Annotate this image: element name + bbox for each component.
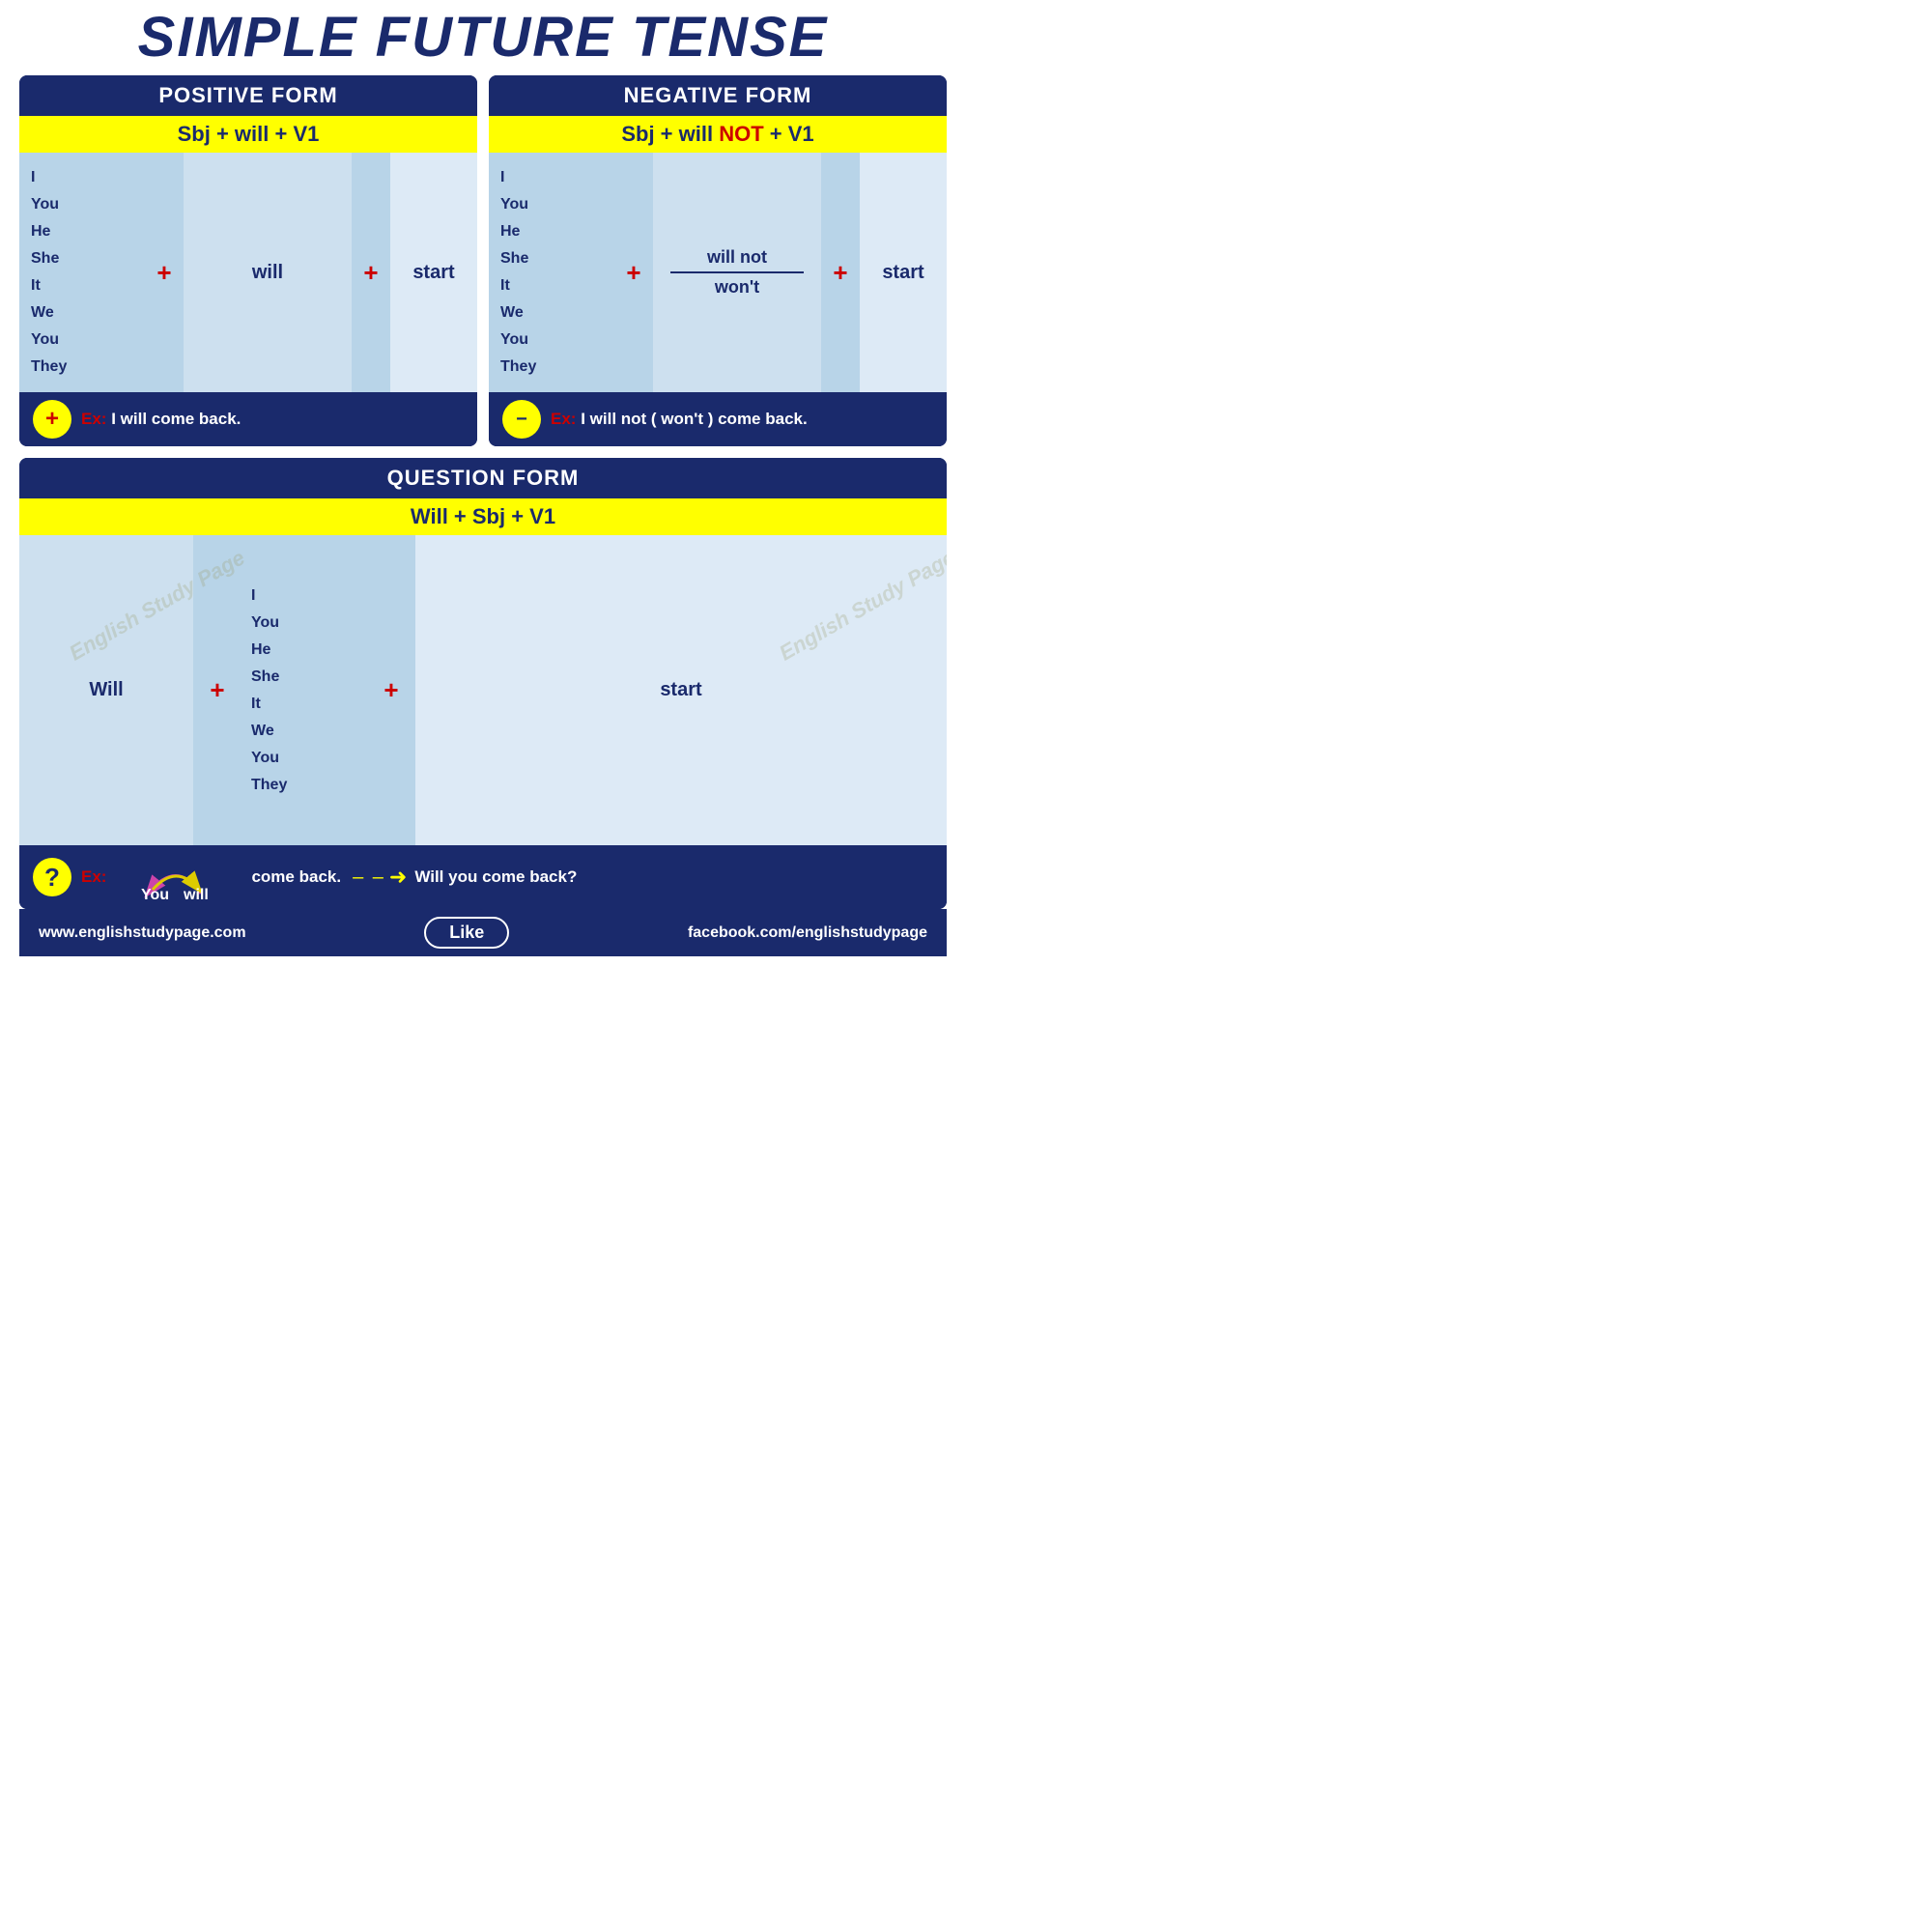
negative-formula-not: NOT: [719, 122, 763, 146]
negative-badge: −: [502, 400, 541, 439]
arrow-diagram: You will: [114, 853, 240, 901]
positive-formula: Sbj + will + V1: [19, 116, 477, 153]
positive-verb: start: [390, 153, 477, 392]
you-word-svg: You: [141, 887, 169, 901]
like-button[interactable]: Like: [424, 917, 509, 949]
positive-plus2-icon: +: [352, 153, 390, 392]
page: SIMPLE FUTURE TENSE POSITIVE FORM Sbj + …: [0, 0, 966, 966]
question-verb: start: [415, 535, 947, 845]
negative-plus2-icon: +: [821, 153, 860, 392]
question-table: English Study Page English Study Page Wi…: [19, 535, 947, 845]
negative-formula: Sbj + will NOT + V1: [489, 116, 947, 153]
negative-example-bar: − Ex: I will not ( won't ) come back.: [489, 392, 947, 446]
question-plus-icon: +: [193, 535, 242, 845]
question-header: QUESTION FORM: [19, 458, 947, 498]
question-formula: Will + Sbj + V1: [19, 498, 947, 535]
arrow-svg: You will: [114, 853, 240, 901]
positive-plus-icon: +: [145, 153, 184, 392]
positive-form-box: POSITIVE FORM Sbj + will + V1 IYouHeSheI…: [19, 75, 477, 446]
question-answer: Will you come back?: [414, 867, 577, 887]
question-badge: ?: [33, 858, 71, 896]
positive-example: I will come back.: [111, 410, 241, 428]
positive-subjects-list: IYouHeSheItWeYouThey: [31, 164, 133, 381]
dashed-arrow: – – ➜: [353, 865, 407, 890]
negative-ex-label: Ex:: [551, 410, 576, 428]
negative-formula-pre: Sbj + will: [621, 122, 719, 146]
positive-subjects: IYouHeSheItWeYouThey: [19, 153, 145, 392]
negative-will-not-col: will not won't: [653, 153, 821, 392]
negative-formula-post: + V1: [764, 122, 814, 146]
top-sections: POSITIVE FORM Sbj + will + V1 IYouHeSheI…: [19, 75, 947, 446]
positive-header: POSITIVE FORM: [19, 75, 477, 116]
negative-example-text: Ex: I will not ( won't ) come back.: [551, 410, 808, 429]
positive-example-text: Ex: I will come back.: [81, 410, 241, 429]
come-back-text: come back.: [247, 866, 345, 889]
positive-will: will: [184, 153, 352, 392]
negative-wont: won't: [715, 277, 759, 298]
negative-plus-icon: +: [614, 153, 653, 392]
negative-verb: start: [860, 153, 947, 392]
page-title: SIMPLE FUTURE TENSE: [19, 10, 947, 66]
negative-form-box: NEGATIVE FORM Sbj + will NOT + V1 IYouHe…: [489, 75, 947, 446]
will-word-svg: will: [183, 887, 209, 901]
question-example-bar: ? Ex:: [19, 845, 947, 909]
negative-subjects-list: IYouHeSheItWeYouThey: [500, 164, 603, 381]
positive-ex-label: Ex:: [81, 410, 106, 428]
negative-will-not: will not: [707, 247, 767, 268]
question-example-content: Ex:: [81, 853, 933, 901]
negative-table: IYouHeSheItWeYouThey + will not won't + …: [489, 153, 947, 392]
arrow-right-icon: ➜: [389, 865, 407, 890]
positive-badge: +: [33, 400, 71, 439]
question-plus2-icon: +: [367, 535, 415, 845]
footer-left: www.englishstudypage.com: [39, 924, 246, 942]
question-ex-label: Ex:: [81, 867, 106, 887]
footer-right: facebook.com/englishstudypage: [688, 924, 927, 942]
dash1: – –: [353, 867, 385, 889]
positive-example-bar: + Ex: I will come back.: [19, 392, 477, 446]
negative-example: I will not ( won't ) come back.: [581, 410, 808, 428]
negative-divider: [670, 271, 805, 273]
negative-header: NEGATIVE FORM: [489, 75, 947, 116]
question-will: Will: [19, 535, 193, 845]
question-subjects: IYouHeSheItWeYouThey: [242, 535, 367, 845]
negative-subjects: IYouHeSheItWeYouThey: [489, 153, 614, 392]
question-subjects-list: IYouHeSheItWeYouThey: [251, 582, 287, 799]
question-form-box: QUESTION FORM Will + Sbj + V1 English St…: [19, 458, 947, 909]
footer: www.englishstudypage.com Like facebook.c…: [19, 909, 947, 956]
positive-table: IYouHeSheItWeYouThey + will + start: [19, 153, 477, 392]
